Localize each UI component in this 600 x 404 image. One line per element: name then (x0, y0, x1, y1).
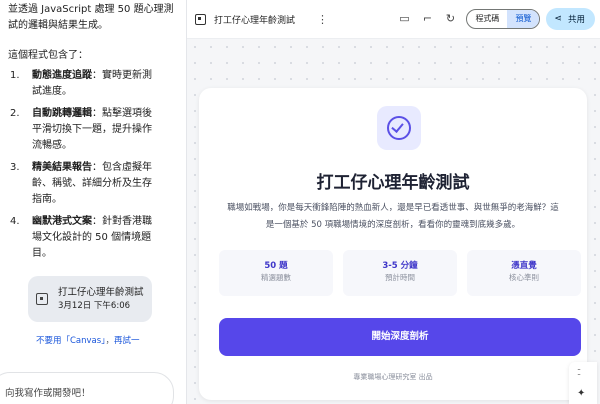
stat-label: 精選題數 (261, 273, 291, 282)
stat-card: 50 題 精選題數 (219, 250, 333, 296)
view-toggle: 程式碼 預覽 (466, 9, 541, 29)
share-label: 共用 (567, 15, 585, 25)
quiz-intro-card: 打工仔心理年齡測試 職場如戰場，你是每天衝鋒陷陣的熱血新人，還是早已看透世事、與… (199, 88, 587, 400)
list-item: 3. 精美結果報告：包含虛擬年齡、稱號、詳細分析及生存指南。 (10, 162, 152, 205)
retry-links: 不要用「Canvas」，再試一 (36, 336, 140, 346)
quiz-stats: 50 題 精選題數 3-5 分鐘 預計時間 憑直覺 核心準則 (219, 250, 581, 296)
feature-list: 1. 動態進度追蹤：實時更新測試進度。 2. 自動跳轉邏輯：點擊選項後平滑切換下… (10, 68, 160, 268)
code-tab[interactable]: 程式碼 (467, 10, 507, 28)
stat-label: 預計時間 (385, 273, 415, 282)
stat-value: 3-5 分鐘 (382, 261, 418, 271)
dont-use-canvas-link[interactable]: 不要用「Canvas」 (36, 336, 105, 346)
list-item: 4. 幽默港式文案：針對香港職場文化設計的 50 個情境題目。 (10, 216, 152, 259)
list-item: 1. 動態進度追蹤：實時更新測試進度。 (10, 70, 152, 97)
code-icon[interactable]: ⌐ (420, 12, 434, 26)
stat-card: 憑直覺 核心準則 (467, 250, 581, 296)
quiz-description: 職場如戰場，你是每天衝鋒陷陣的熱血新人，還是早已看透世事、與世無爭的老海鮮？這是… (227, 203, 559, 230)
share-button[interactable]: ⋖ 共用 (546, 8, 595, 30)
retry-link[interactable]: 再試一 (114, 336, 140, 346)
floating-tools: ⁚⁚ ✦ (569, 362, 597, 404)
refresh-icon[interactable]: ↻ (443, 12, 457, 26)
app-root: 並透過 JavaScript 處理 50 題心理測試的邏輯與結果生成。 這個程式… (0, 0, 600, 404)
stat-card: 3-5 分鐘 預計時間 (343, 250, 457, 296)
chip-timestamp: 3月12日 下午6:06 (58, 300, 131, 311)
desktop-icon[interactable]: ▭ (397, 12, 411, 26)
badge (377, 106, 421, 150)
chat-intro-text: 並透過 JavaScript 處理 50 題心理測試的邏輯與結果生成。 (8, 4, 174, 31)
canvas-panel: 打工仔心理年齡測試 ⋮ ▭ ⌐ ↻ 程式碼 預覽 ⋖ 共用 打工仔心理年齡測試 … (186, 0, 600, 404)
document-icon (195, 13, 206, 25)
document-icon (36, 293, 48, 305)
preview-tab[interactable]: 預覽 (507, 10, 540, 28)
canvas-document-chip[interactable]: 打工仔心理年齡測試 3月12日 下午6:06 (28, 276, 152, 322)
prompt-input[interactable]: 向我寫作或開發吧！ (0, 372, 174, 404)
chat-panel: 並透過 JavaScript 處理 50 題心理測試的邏輯與結果生成。 這個程式… (0, 0, 186, 404)
list-item: 2. 自動跳轉邏輯：點擊選項後平滑切換下一題，提升操作流暢感。 (10, 108, 152, 151)
canvas-toolbar: 打工仔心理年齡測試 ⋮ ▭ ⌐ ↻ 程式碼 預覽 ⋖ 共用 (187, 0, 600, 38)
stat-value: 憑直覺 (511, 261, 537, 271)
grid-icon[interactable]: ⁚⁚ (577, 368, 581, 377)
canvas-title: 打工仔心理年齡測試 (214, 15, 296, 26)
stat-label: 核心準則 (509, 273, 539, 282)
chip-title: 打工仔心理年齡測試 (58, 286, 144, 298)
quiz-heading: 打工仔心理年齡測試 (316, 173, 470, 193)
card-footer: 專業職場心理研究室 出品 (353, 373, 433, 381)
sparkle-icon[interactable]: ✦ (577, 388, 585, 399)
stat-value: 50 題 (264, 261, 288, 271)
more-vert-icon[interactable]: ⋮ (317, 13, 328, 26)
start-analysis-button[interactable]: 開始深度剖析 (219, 318, 581, 356)
toolbar-actions: ▭ ⌐ ↻ 程式碼 預覽 ⋖ 共用 (397, 8, 595, 30)
check-circle-icon (387, 116, 411, 140)
share-icon: ⋖ (554, 14, 562, 24)
chat-lead-text: 這個程式包含了： (8, 50, 88, 61)
toolbar-divider (187, 38, 600, 39)
